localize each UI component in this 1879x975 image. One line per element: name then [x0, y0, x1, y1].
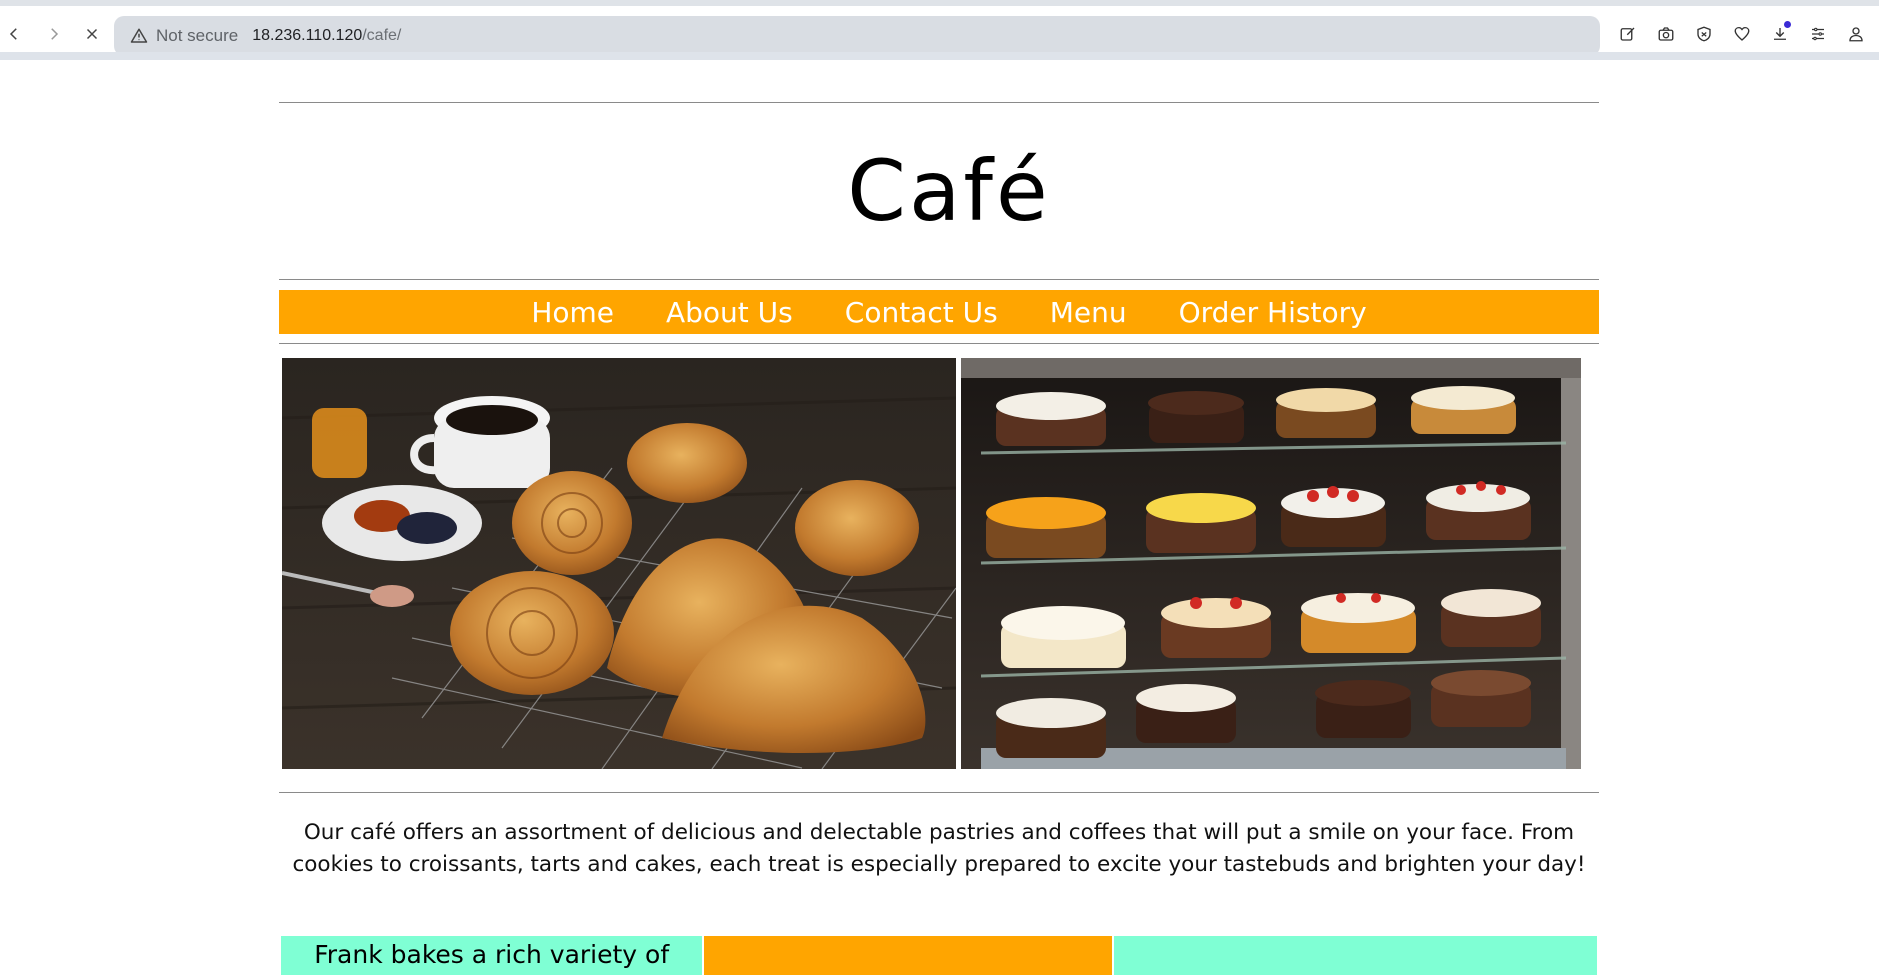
camera-icon[interactable] — [1653, 20, 1679, 48]
main-navigation: Home About Us Contact Us Menu Order Hist… — [279, 290, 1599, 334]
title-rule — [279, 279, 1599, 280]
download-icon[interactable] — [1767, 20, 1793, 48]
url-host[interactable]: 18.236.110.120 — [252, 27, 362, 45]
download-notification-dot — [1784, 21, 1791, 28]
warning-icon[interactable] — [130, 27, 148, 45]
nav-link-about-us[interactable]: About Us — [666, 296, 793, 329]
feature-column-right — [1113, 936, 1597, 975]
feature-column-left: Frank bakes a rich variety of — [281, 936, 703, 975]
url-path[interactable]: /cafe/ — [362, 27, 401, 45]
browser-toolbar: Not secure 18.236.110.120/cafe/ — [0, 6, 1879, 58]
forward-icon[interactable] — [40, 20, 68, 48]
address-bar[interactable]: Not secure 18.236.110.120/cafe/ — [114, 16, 1600, 56]
images-rule — [279, 792, 1599, 793]
back-icon[interactable] — [0, 20, 28, 48]
site-title: Café — [847, 142, 1051, 240]
shield-icon[interactable] — [1691, 20, 1717, 48]
nav-link-order-history[interactable]: Order History — [1179, 296, 1367, 329]
nav-link-menu[interactable]: Menu — [1050, 296, 1127, 329]
edit-icon[interactable] — [1615, 20, 1641, 48]
stop-loading-icon[interactable] — [78, 20, 106, 48]
menu-icon[interactable] — [1805, 20, 1831, 48]
cakes-display-image — [961, 358, 1581, 769]
nav-link-contact-us[interactable]: Contact Us — [845, 296, 998, 329]
security-label[interactable]: Not secure — [156, 26, 238, 46]
hero-images — [279, 358, 1599, 769]
page-content: Café Home About Us Contact Us Menu Order… — [279, 60, 1599, 881]
pastries-image — [282, 358, 956, 769]
heart-icon[interactable] — [1729, 20, 1755, 48]
intro-paragraph: Our café offers an assortment of delicio… — [292, 820, 1586, 877]
nav-link-home[interactable]: Home — [531, 296, 614, 329]
nav-rule — [279, 343, 1599, 344]
profile-icon[interactable] — [1843, 20, 1869, 48]
feature-columns: Frank bakes a rich variety of — [281, 936, 1597, 975]
toolbar-divider — [0, 52, 1879, 60]
feature-column-middle — [704, 936, 1112, 975]
